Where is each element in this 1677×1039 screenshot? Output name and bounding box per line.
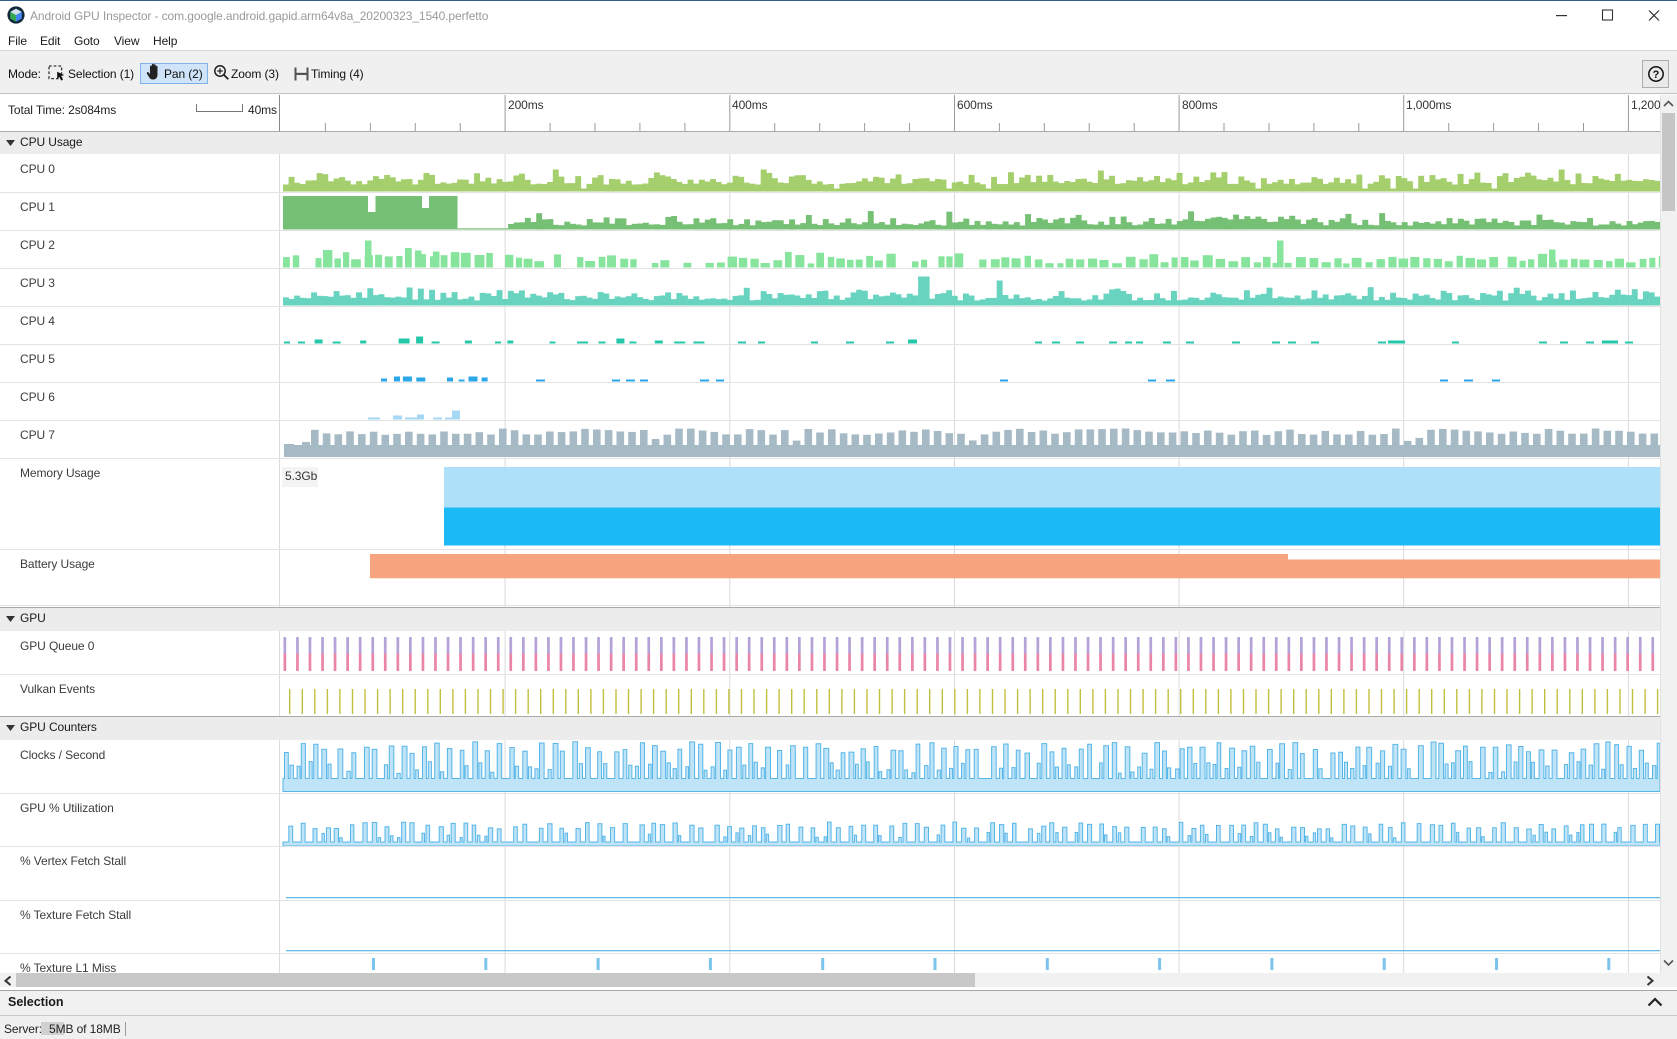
svg-text:?: ? bbox=[1653, 69, 1660, 81]
